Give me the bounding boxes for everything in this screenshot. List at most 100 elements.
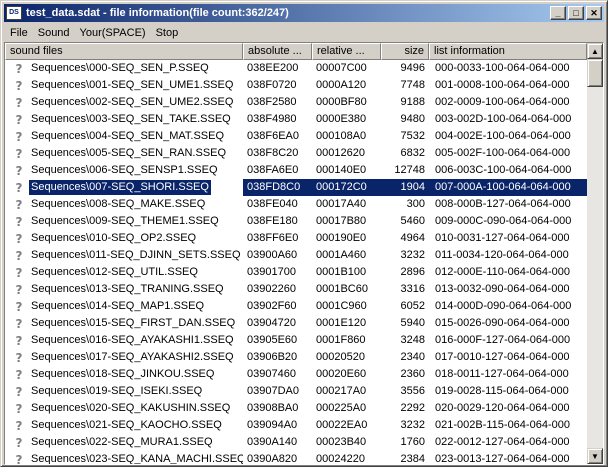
cell-sound-file: ? Sequences\020-SEQ_KAKUSHIN.SSEQ [5, 400, 243, 417]
cell-relative-offset: 0001A460 [316, 249, 367, 261]
cell-sound-file: ? Sequences\001-SEQ_SEN_UME1.SSEQ [5, 77, 243, 94]
scroll-thumb[interactable] [587, 59, 603, 87]
minimize-button[interactable]: _ [550, 6, 566, 20]
close-button[interactable]: ✕ [586, 6, 602, 20]
cell-list-information: 013-0032-090-064-064-000 [435, 283, 570, 295]
table-row[interactable]: ? Sequences\000-SEQ_SEN_P.SSEQ 038EE200 000… [5, 60, 587, 77]
scroll-up-button[interactable]: ▲ [587, 43, 603, 59]
table-row[interactable]: ? Sequences\003-SEQ_SEN_TAKE.SSEQ 038F4980… [5, 111, 587, 128]
cell-sound-file: ? Sequences\012-SEQ_UTIL.SSEQ [5, 264, 243, 281]
table-row[interactable]: ? Sequences\018-SEQ_JINKOU.SSEQ 03907460 00… [5, 366, 587, 383]
cell-sound-file: ? Sequences\022-SEQ_MURA1.SSEQ [5, 434, 243, 451]
cell-list-information: 006-003C-100-064-064-000 [435, 164, 572, 176]
cell-list-information: 009-000C-090-064-064-000 [435, 215, 572, 227]
cell-sound-file: ? Sequences\000-SEQ_SEN_P.SSEQ [5, 60, 243, 77]
title-bar[interactable]: DS test_data.sdat - file information(fil… [4, 4, 604, 22]
sound-file-name: Sequences\001-SEQ_SEN_UME1.SSEQ [31, 79, 234, 91]
unknown-file-icon: ? [15, 95, 23, 110]
cell-sound-file: ? Sequences\002-SEQ_SEN_UME2.SSEQ [5, 94, 243, 111]
table-row[interactable]: ? Sequences\014-SEQ_MAP1.SSEQ 03902F60 0001… [5, 298, 587, 315]
cell-size: 12748 [394, 164, 425, 176]
column-header-sound-files[interactable]: sound files [5, 43, 243, 60]
table-row[interactable]: ? Sequences\006-SEQ_SENSP1.SSEQ 038FA6E0 00… [5, 162, 587, 179]
unknown-file-icon: ? [15, 401, 23, 416]
table-row[interactable]: ? Sequences\010-SEQ_OP2.SSEQ 038FF6E0 00019… [5, 230, 587, 247]
vertical-scrollbar[interactable]: ▲ ▼ [587, 43, 603, 464]
table-row[interactable]: ? Sequences\013-SEQ_TRANING.SSEQ 03902260 0… [5, 281, 587, 298]
cell-relative-offset: 00017A40 [316, 198, 367, 210]
cell-sound-file: ? Sequences\013-SEQ_TRANING.SSEQ [5, 281, 243, 298]
unknown-file-icon: ? [15, 452, 23, 465]
unknown-file-icon: ? [15, 367, 23, 382]
sound-file-name: Sequences\022-SEQ_MURA1.SSEQ [31, 436, 213, 448]
table-row[interactable]: ? Sequences\008-SEQ_MAKE.SSEQ 038FE040 0001… [5, 196, 587, 213]
sound-file-name: Sequences\020-SEQ_KAKUSHIN.SSEQ [31, 402, 231, 414]
cell-size: 2896 [400, 266, 425, 278]
column-header-size[interactable]: size [381, 43, 429, 60]
cell-list-information: 017-0010-127-064-064-000 [435, 351, 570, 363]
cell-absolute-offset: 038F8C20 [247, 147, 299, 159]
cell-size: 3232 [400, 249, 425, 261]
sound-file-name: Sequences\011-SEQ_DJINN_SETS.SSEQ [31, 249, 241, 261]
table-row[interactable]: ? Sequences\019-SEQ_ISEKI.SSEQ 03907DA0 000… [5, 383, 587, 400]
table-row[interactable]: ? Sequences\012-SEQ_UTIL.SSEQ 03901700 0001… [5, 264, 587, 281]
column-header-list-information[interactable]: list information [429, 43, 587, 60]
menu-your-space[interactable]: Your(SPACE) [75, 24, 151, 42]
cell-sound-file: ? Sequences\005-SEQ_SEN_RAN.SSEQ [5, 145, 243, 162]
sound-file-name: Sequences\008-SEQ_MAKE.SSEQ [31, 198, 206, 210]
cell-absolute-offset: 03901700 [247, 266, 296, 278]
file-list-view[interactable]: sound files absolute ... relative ... si… [4, 42, 604, 465]
cell-size: 300 [406, 198, 425, 210]
table-row[interactable]: ? Sequences\021-SEQ_KAOCHO.SSEQ 039094A0 00… [5, 417, 587, 434]
column-header-absolute[interactable]: absolute ... [243, 43, 312, 60]
table-row[interactable]: ? Sequences\005-SEQ_SEN_RAN.SSEQ 038F8C20 0… [5, 145, 587, 162]
menu-stop[interactable]: Stop [151, 24, 184, 42]
cell-sound-file: ? Sequences\018-SEQ_JINKOU.SSEQ [5, 366, 243, 383]
window-title: test_data.sdat - file information(file c… [26, 7, 289, 19]
sound-file-name: Sequences\010-SEQ_OP2.SSEQ [31, 232, 197, 244]
table-row[interactable]: ? Sequences\016-SEQ_AYAKASHI1.SSEQ 03905E6… [5, 332, 587, 349]
cell-absolute-offset: 038FA6E0 [247, 164, 299, 176]
cell-list-information: 022-0012-127-064-064-000 [435, 436, 570, 448]
column-header-relative[interactable]: relative ... [312, 43, 381, 60]
main-window: DS test_data.sdat - file information(fil… [0, 0, 608, 467]
table-row[interactable]: ? Sequences\011-SEQ_DJINN_SETS.SSEQ 03900A… [5, 247, 587, 264]
cell-list-information: 014-000D-090-064-064-000 [435, 300, 572, 312]
table-row[interactable]: ? Sequences\017-SEQ_AYAKASHI2.SSEQ 03906B2… [5, 349, 587, 366]
table-row[interactable]: ? Sequences\020-SEQ_KAKUSHIN.SSEQ 03908BA0… [5, 400, 587, 417]
cell-sound-file: ? Sequences\006-SEQ_SENSP1.SSEQ [5, 162, 243, 179]
cell-list-information: 023-0013-127-064-064-000 [435, 453, 570, 465]
table-row[interactable]: ? Sequences\009-SEQ_THEME1.SSEQ 038FE180 00… [5, 213, 587, 230]
sound-file-name: Sequences\017-SEQ_AYAKASHI2.SSEQ [31, 351, 234, 363]
menu-sound[interactable]: Sound [33, 24, 75, 42]
scroll-down-button[interactable]: ▼ [587, 448, 603, 464]
sound-file-name: Sequences\007-SEQ_SHORI.SSEQ [29, 180, 211, 195]
menu-bar: File Sound Your(SPACE) Stop [4, 24, 604, 42]
table-row[interactable]: ? Sequences\007-SEQ_SHORI.SSEQ 038FD8C0 000… [5, 179, 587, 196]
maximize-button[interactable]: □ [568, 6, 584, 20]
unknown-file-icon: ? [15, 350, 23, 365]
table-row[interactable]: ? Sequences\015-SEQ_FIRST_DAN.SSEQ 0390472… [5, 315, 587, 332]
cell-list-information: 005-002F-100-064-064-000 [435, 147, 571, 159]
table-row[interactable]: ? Sequences\001-SEQ_SEN_UME1.SSEQ 038F0720… [5, 77, 587, 94]
cell-sound-file: ? Sequences\004-SEQ_SEN_MAT.SSEQ [5, 128, 243, 145]
table-row[interactable]: ? Sequences\002-SEQ_SEN_UME2.SSEQ 038F2580… [5, 94, 587, 111]
table-row[interactable]: ? Sequences\004-SEQ_SEN_MAT.SSEQ 038F6EA0 0… [5, 128, 587, 145]
list-rows: ? Sequences\000-SEQ_SEN_P.SSEQ 038EE200 000… [5, 60, 587, 465]
cell-list-information: 000-0033-100-064-064-000 [435, 62, 570, 74]
cell-list-information: 008-000B-127-064-064-000 [435, 198, 571, 210]
menu-file[interactable]: File [4, 24, 33, 42]
sound-file-name: Sequences\021-SEQ_KAOCHO.SSEQ [31, 419, 222, 431]
cell-absolute-offset: 038EE200 [247, 62, 299, 74]
table-row[interactable]: ? Sequences\023-SEQ_KANA_MACHI.SSEQ 0390A8… [5, 451, 587, 465]
table-row[interactable]: ? Sequences\022-SEQ_MURA1.SSEQ 0390A140 000… [5, 434, 587, 451]
sound-file-name: Sequences\005-SEQ_SEN_RAN.SSEQ [31, 147, 227, 159]
app-icon[interactable]: DS [6, 6, 22, 20]
unknown-file-icon: ? [15, 78, 23, 93]
cell-size: 6832 [400, 147, 425, 159]
cell-sound-file: ? Sequences\008-SEQ_MAKE.SSEQ [5, 196, 243, 213]
cell-absolute-offset: 038F0720 [247, 79, 297, 91]
cell-size: 1904 [381, 179, 429, 196]
cell-absolute-offset: 03906B20 [247, 351, 298, 363]
unknown-file-icon: ? [15, 197, 23, 212]
